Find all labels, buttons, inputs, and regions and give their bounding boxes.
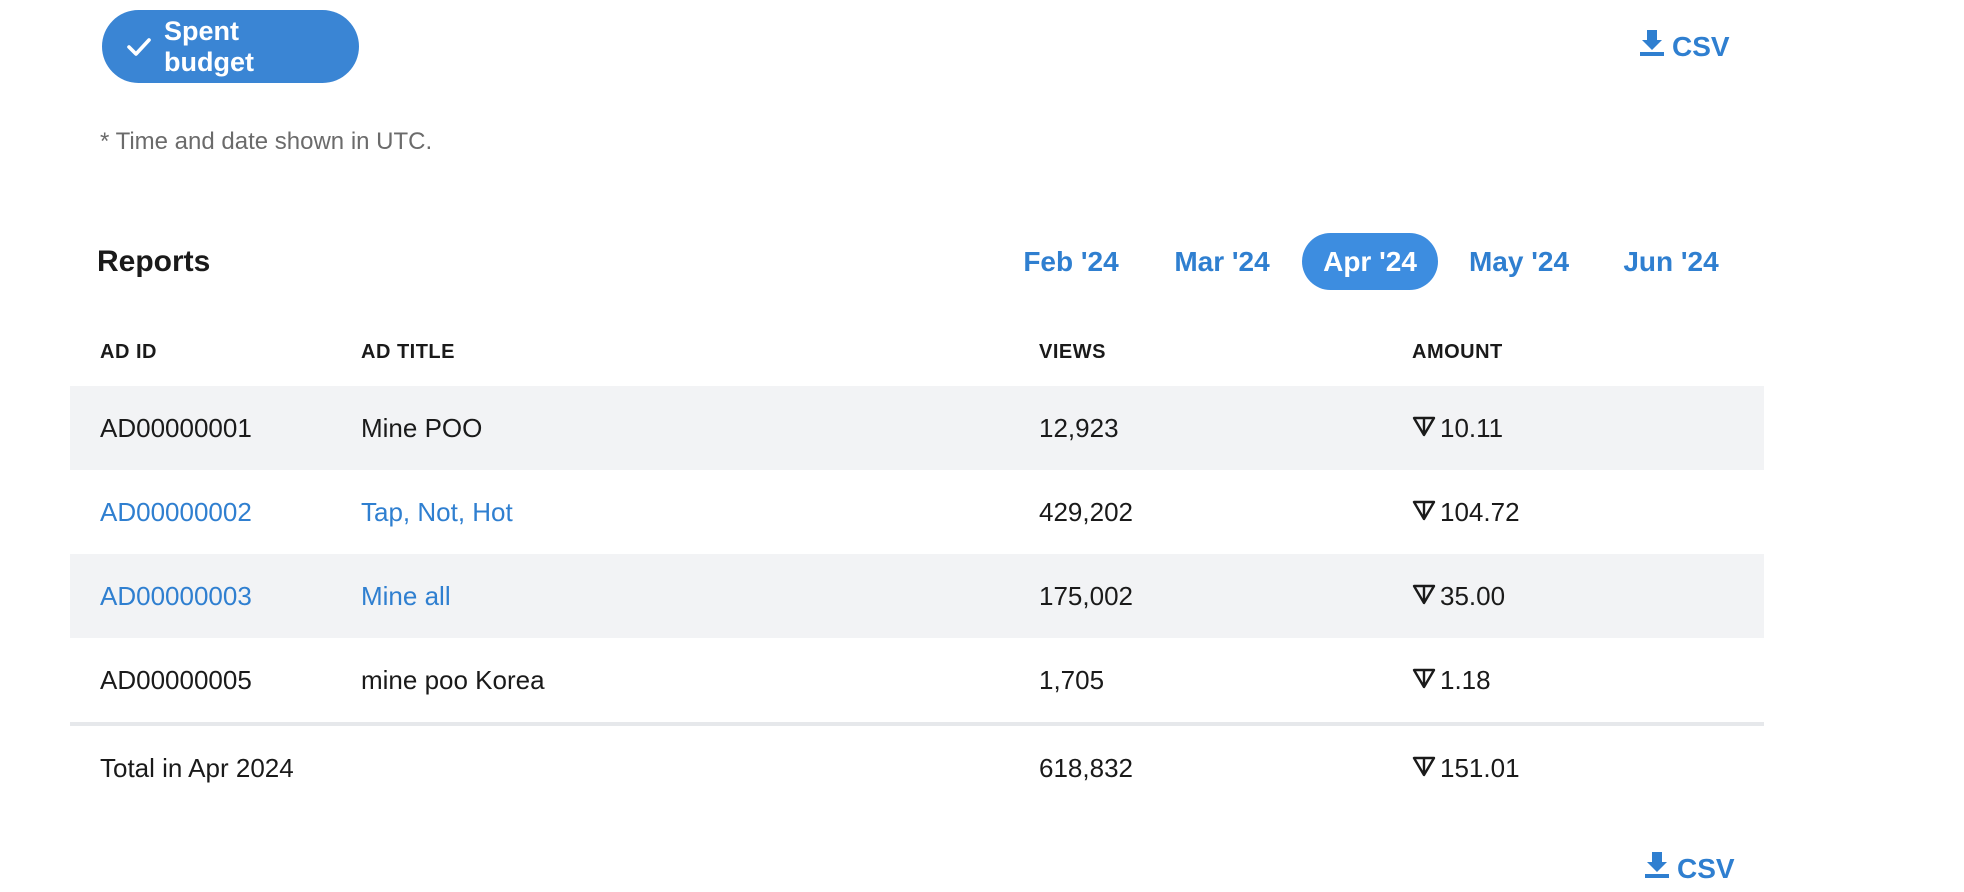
amount-value: 10.11 (1440, 412, 1504, 443)
utc-note: * Time and date shown in UTC. (100, 128, 433, 155)
ad-id: AD00000001 (100, 412, 252, 443)
csv-download-bottom[interactable]: CSV (1643, 850, 1735, 887)
ad-id: AD00000005 (100, 664, 252, 695)
ad-title: mine poo Korea (361, 664, 545, 695)
table-row: AD00000002 Tap, Not, Hot 429,202 104.72 (70, 470, 1764, 554)
ad-amount: 104.72 (1412, 470, 1520, 554)
column-header-amount: AMOUNT (1412, 340, 1503, 363)
ton-icon (1412, 413, 1436, 444)
ad-title-link[interactable]: Tap, Not, Hot (361, 470, 513, 554)
spent-budget-button[interactable]: Spent budget (102, 10, 359, 83)
check-icon (126, 36, 152, 58)
ad-title: Mine POO (361, 412, 483, 443)
reports-table: AD ID AD TITLE VIEWS AMOUNT AD00000001 M… (70, 318, 1764, 810)
download-icon (1638, 28, 1666, 65)
ad-views: 1,705 (1039, 664, 1105, 695)
table-row: AD00000003 Mine all 175,002 35.00 (70, 554, 1764, 638)
amount-value: 104.72 (1440, 496, 1520, 527)
ton-icon (1412, 497, 1436, 528)
spent-budget-label: Spent budget (164, 15, 254, 77)
tab-mar-24[interactable]: Mar '24 (1156, 233, 1288, 290)
ad-views: 175,002 (1039, 580, 1133, 611)
tab-apr-24[interactable]: Apr '24 (1302, 233, 1438, 290)
ad-views: 12,923 (1039, 412, 1119, 443)
ton-icon (1412, 753, 1436, 784)
tab-feb-24[interactable]: Feb '24 (1007, 233, 1135, 290)
column-header-ad-title: AD TITLE (361, 340, 455, 363)
ad-views: 429,202 (1039, 496, 1133, 527)
ad-title-link[interactable]: Mine all (361, 554, 451, 638)
ad-id-link[interactable]: AD00000002 (100, 470, 252, 554)
column-header-views: VIEWS (1039, 340, 1106, 363)
table-header: AD ID AD TITLE VIEWS AMOUNT (70, 318, 1764, 386)
amount-value: 1.18 (1440, 664, 1491, 695)
column-header-ad-id: AD ID (100, 340, 157, 363)
total-label: Total in Apr 2024 (100, 752, 294, 783)
reports-title: Reports (97, 245, 211, 278)
ad-amount: 1.18 (1412, 638, 1491, 722)
total-row: Total in Apr 2024 618,832 151.01 (70, 726, 1764, 810)
ad-amount: 35.00 (1412, 554, 1505, 638)
csv-label: CSV (1672, 30, 1730, 62)
tab-may-24[interactable]: May '24 (1454, 233, 1584, 290)
ad-id-link[interactable]: AD00000003 (100, 554, 252, 638)
table-row: AD00000001 Mine POO 12,923 10.11 (70, 386, 1764, 470)
page: Spent budget CSV * Time and date shown i… (0, 0, 1964, 892)
amount-value: 151.01 (1440, 752, 1520, 783)
csv-label: CSV (1677, 852, 1735, 884)
csv-download-top[interactable]: CSV (1638, 28, 1730, 65)
ad-amount: 10.11 (1412, 386, 1503, 470)
ton-icon (1412, 581, 1436, 612)
ton-icon (1412, 665, 1436, 696)
tab-jun-24[interactable]: Jun '24 (1610, 233, 1732, 290)
table-row: AD00000005 mine poo Korea 1,705 1.18 (70, 638, 1764, 722)
total-amount: 151.01 (1412, 726, 1520, 810)
amount-value: 35.00 (1440, 580, 1506, 611)
download-icon (1643, 850, 1671, 887)
total-views: 618,832 (1039, 752, 1133, 783)
